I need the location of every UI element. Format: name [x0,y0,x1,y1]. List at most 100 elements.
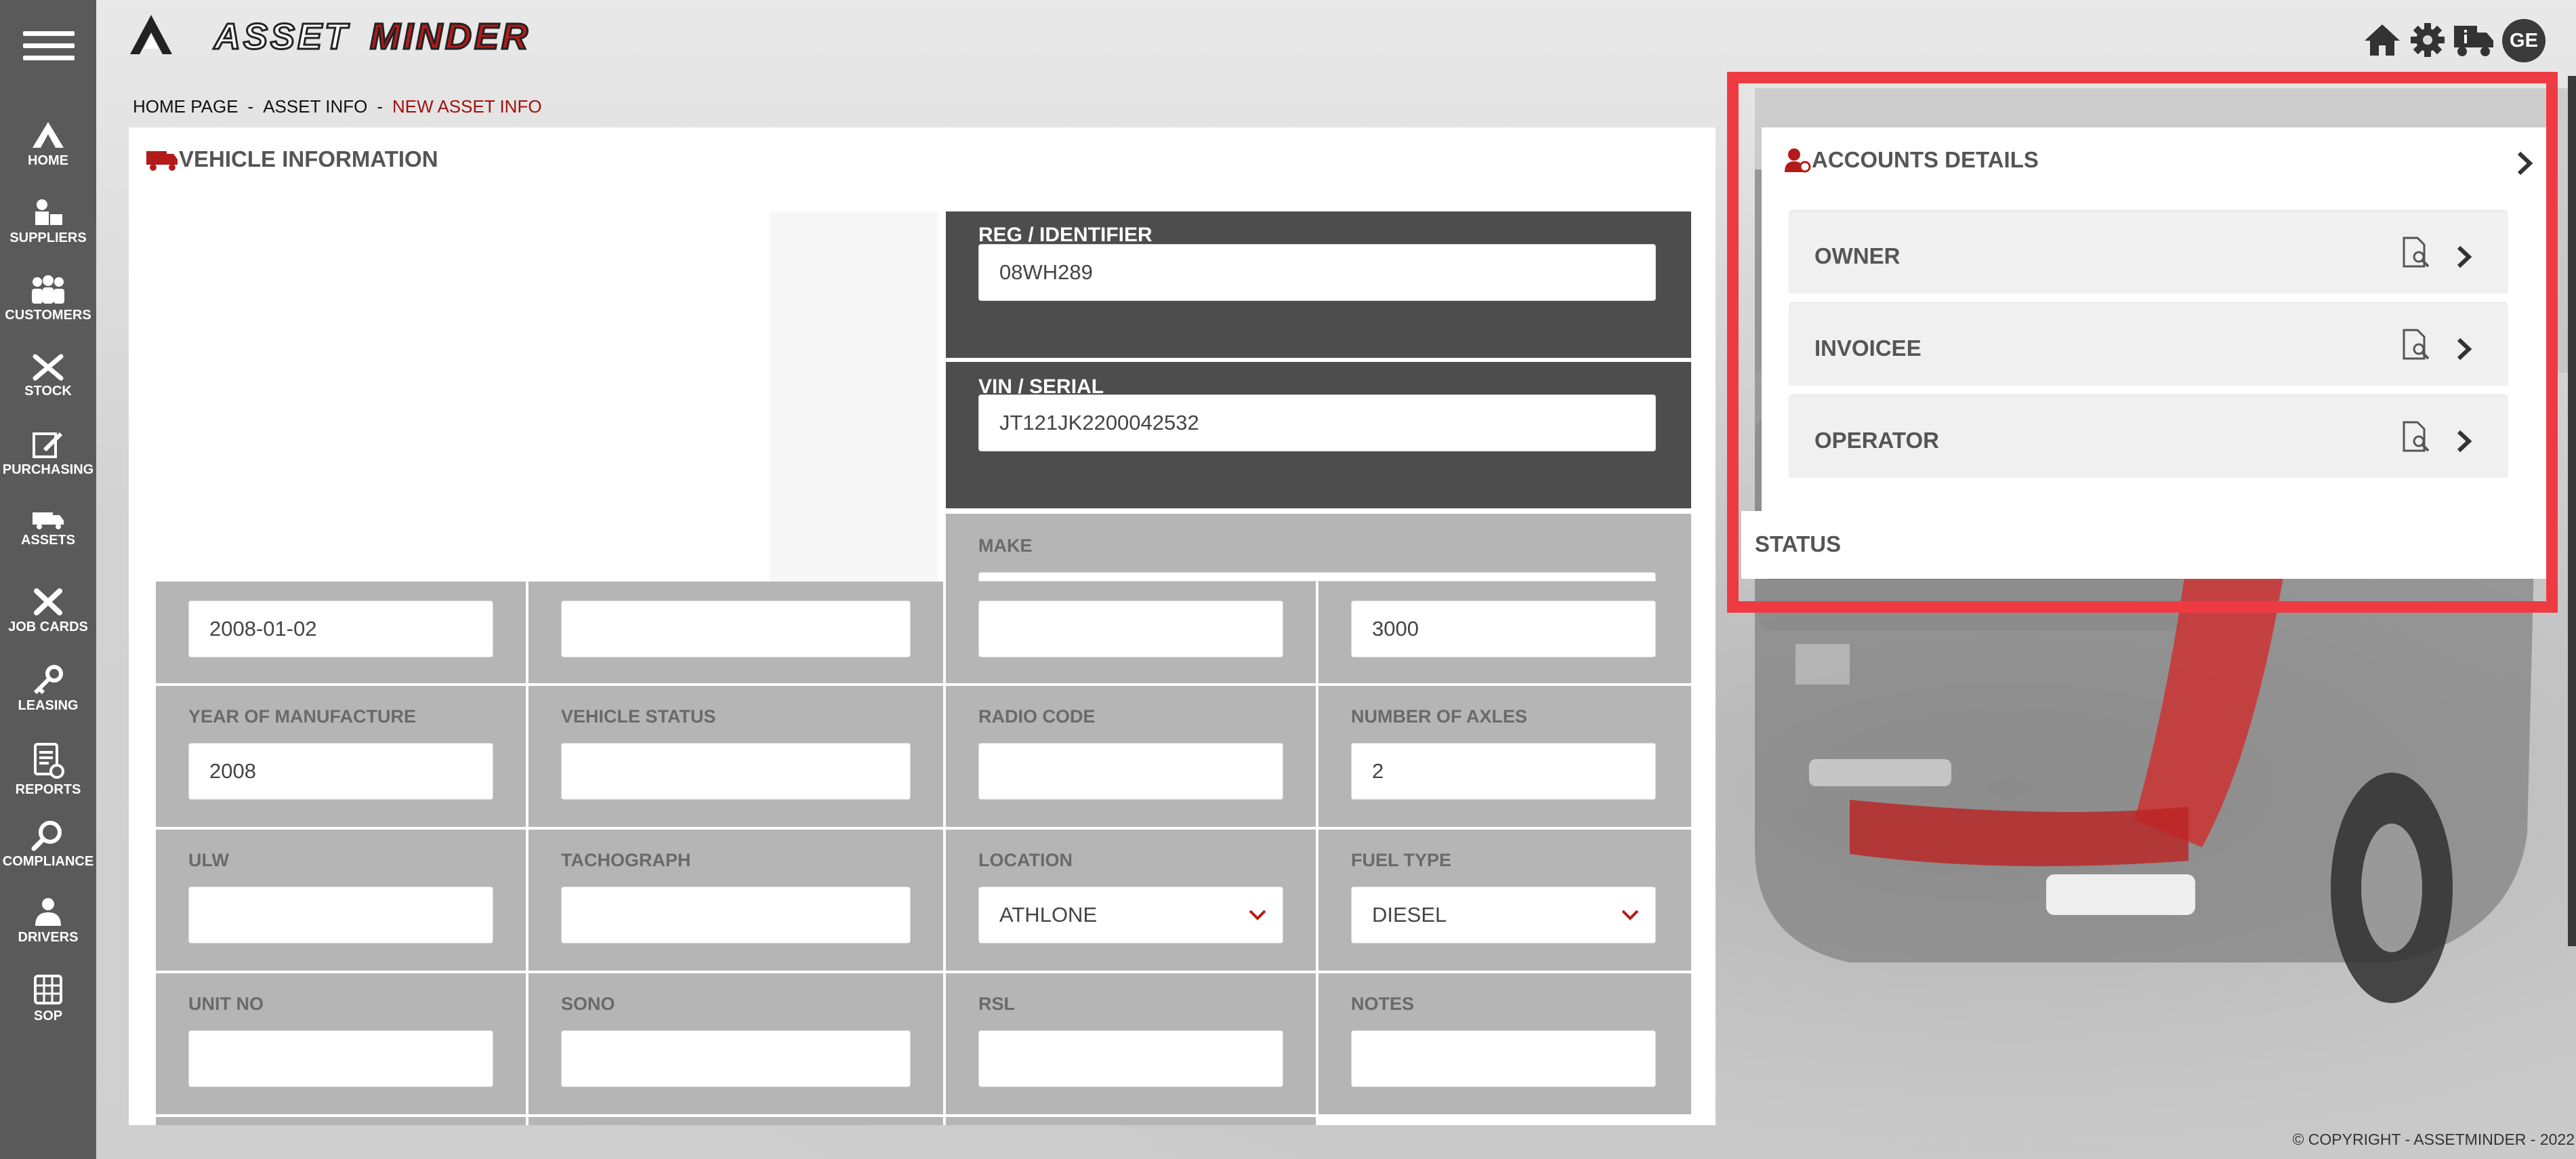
vehicle-image-placeholder[interactable] [156,211,938,582]
sidebar-item-sop[interactable]: SOP [0,973,96,1024]
gear-icon[interactable] [2409,22,2446,58]
sidebar-item-label: CUSTOMERS [5,308,91,323]
vehicle-information-panel: VEHICLE INFORMATION REG / IDENTIFIER 08W… [129,127,1716,1125]
vin-serial-input[interactable]: JT121JK2200042532 [978,394,1656,451]
invoicee-row[interactable]: INVOICEE [1789,302,2508,386]
home-icon[interactable] [2363,23,2401,57]
accounts-details-panel: ACCOUNTS DETAILS OWNER INVOICEE OPERATOR [1762,127,2552,511]
unlabeled-input[interactable] [561,601,911,657]
field-cell: ULW [156,830,526,971]
vehicle-status-input[interactable] [561,743,911,800]
sidebar-item-label: SUPPLIERS [9,230,87,245]
sidebar: HOME SUPPLIERS CUSTOMERS STOCK PURCHASIN… [0,0,96,1159]
chevron-right-icon[interactable] [2455,337,2473,361]
sidebar-item-compliance[interactable]: COMPLIANCE [0,820,96,870]
location-select[interactable]: ATHLONE [978,887,1283,943]
breadcrumb: HOME PAGE - ASSET INFO - NEW ASSET INFO [133,96,542,117]
tachograph-input[interactable] [561,887,911,943]
number-of-axles-input[interactable]: 2 [1351,743,1656,800]
sidebar-item-label: COMPLIANCE [2,854,94,869]
field-cell: SONO [528,973,943,1114]
field-cell [528,1117,943,1125]
field-cell: UNIT NO [156,973,526,1114]
purchasing-icon [33,432,63,458]
notes-label: NOTES [1351,994,1415,1014]
user-avatar[interactable]: GE [2502,19,2546,62]
rsl-input[interactable] [978,1030,1283,1087]
field-cell: NUMBER OF AXLES 2 [1318,686,1691,827]
year-of-manufacture-label: YEAR OF MANUFACTURE [188,706,416,727]
fuel-type-select[interactable]: DIESEL [1351,887,1656,943]
customers-icon [32,275,64,304]
account-user-icon [1785,148,1811,173]
document-search-icon[interactable] [2401,237,2431,269]
sidebar-item-home[interactable]: HOME [0,121,96,169]
sidebar-item-assets[interactable]: ASSETS [0,510,96,548]
fuel-type-label: FUEL TYPE [1351,850,1452,870]
chevron-down-icon [1621,910,1639,920]
reg-identifier-block: REG / IDENTIFIER 08WH289 [946,211,1691,358]
field-cell: FUEL TYPE DIESEL [1318,830,1691,971]
assetminder-logo-icon[interactable] [127,12,175,57]
field-cell: YEAR OF MANUFACTURE 2008 [156,686,526,827]
operator-row[interactable]: OPERATOR [1789,394,2508,478]
reg-identifier-input[interactable]: 08WH289 [978,244,1656,301]
field-cell: NOTES [1318,973,1691,1114]
hamburger-menu-icon[interactable] [23,31,75,64]
field-cell [156,1117,526,1125]
sono-input[interactable] [561,1030,911,1087]
chevron-right-icon[interactable] [2515,150,2534,176]
chevron-right-icon[interactable] [2455,429,2473,453]
location-label: LOCATION [978,850,1073,870]
svg-text:MINDER: MINDER [370,16,531,57]
sidebar-item-reports[interactable]: REPORTS [0,741,96,798]
vehicle-status-label: VEHICLE STATUS [561,706,716,727]
sidebar-item-label: STOCK [24,384,72,399]
breadcrumb-asset-info-link[interactable]: ASSET INFO [263,96,367,117]
sidebar-item-label: LEASING [18,698,79,713]
breadcrumb-home-link[interactable]: HOME PAGE [133,96,238,117]
sidebar-item-label: PURCHASING [2,462,94,477]
sop-icon [34,975,62,1004]
numeric-input[interactable]: 3000 [1351,601,1656,657]
sidebar-item-job-cards[interactable]: JOB CARDS [0,587,96,635]
field-cell: VEHICLE STATUS [528,686,943,827]
year-of-manufacture-input[interactable]: 2008 [188,743,493,800]
make-input[interactable] [978,572,1656,582]
owner-row[interactable]: OWNER [1789,210,2508,293]
ulw-input[interactable] [188,887,493,943]
rsl-label: RSL [978,994,1015,1014]
date-input[interactable]: 2008-01-02 [188,601,493,657]
sidebar-item-suppliers[interactable]: SUPPLIERS [0,198,96,246]
number-of-axles-label: NUMBER OF AXLES [1351,706,1528,727]
field-cell [946,582,1316,683]
chevron-down-icon [1249,910,1266,920]
assetminder-logo: ASSET MINDER [212,16,531,57]
sidebar-item-label: REPORTS [15,782,81,797]
sidebar-item-label: DRIVERS [18,930,79,945]
sidebar-item-drivers[interactable]: DRIVERS [0,896,96,946]
key-icon [33,665,63,695]
reg-identifier-label: REG / IDENTIFIER [978,224,1152,246]
breadcrumb-current: NEW ASSET INFO [392,96,542,117]
operator-label: OPERATOR [1814,428,1939,453]
sidebar-item-leasing[interactable]: LEASING [0,664,96,714]
sidebar-item-purchasing[interactable]: PURCHASING [0,430,96,478]
radio-code-input[interactable] [978,743,1283,800]
notes-input[interactable] [1351,1030,1656,1087]
sidebar-item-customers[interactable]: CUSTOMERS [0,275,96,323]
sidebar-item-label: HOME [28,153,68,168]
scrollbar[interactable] [2568,76,2576,946]
unit-no-input[interactable] [188,1030,493,1087]
sidebar-item-stock[interactable]: STOCK [0,354,96,399]
unlabeled-input[interactable] [978,601,1283,657]
field-cell: LOCATION ATHLONE [946,830,1316,971]
document-search-icon[interactable] [2401,329,2431,361]
chevron-right-icon[interactable] [2455,245,2473,269]
unit-no-label: UNIT NO [188,994,264,1014]
field-cell: RADIO CODE [946,686,1316,827]
truck-icon [33,512,64,529]
document-search-icon[interactable] [2401,421,2431,453]
truck-info-icon[interactable] [2453,23,2495,57]
make-label: MAKE [978,535,1033,556]
